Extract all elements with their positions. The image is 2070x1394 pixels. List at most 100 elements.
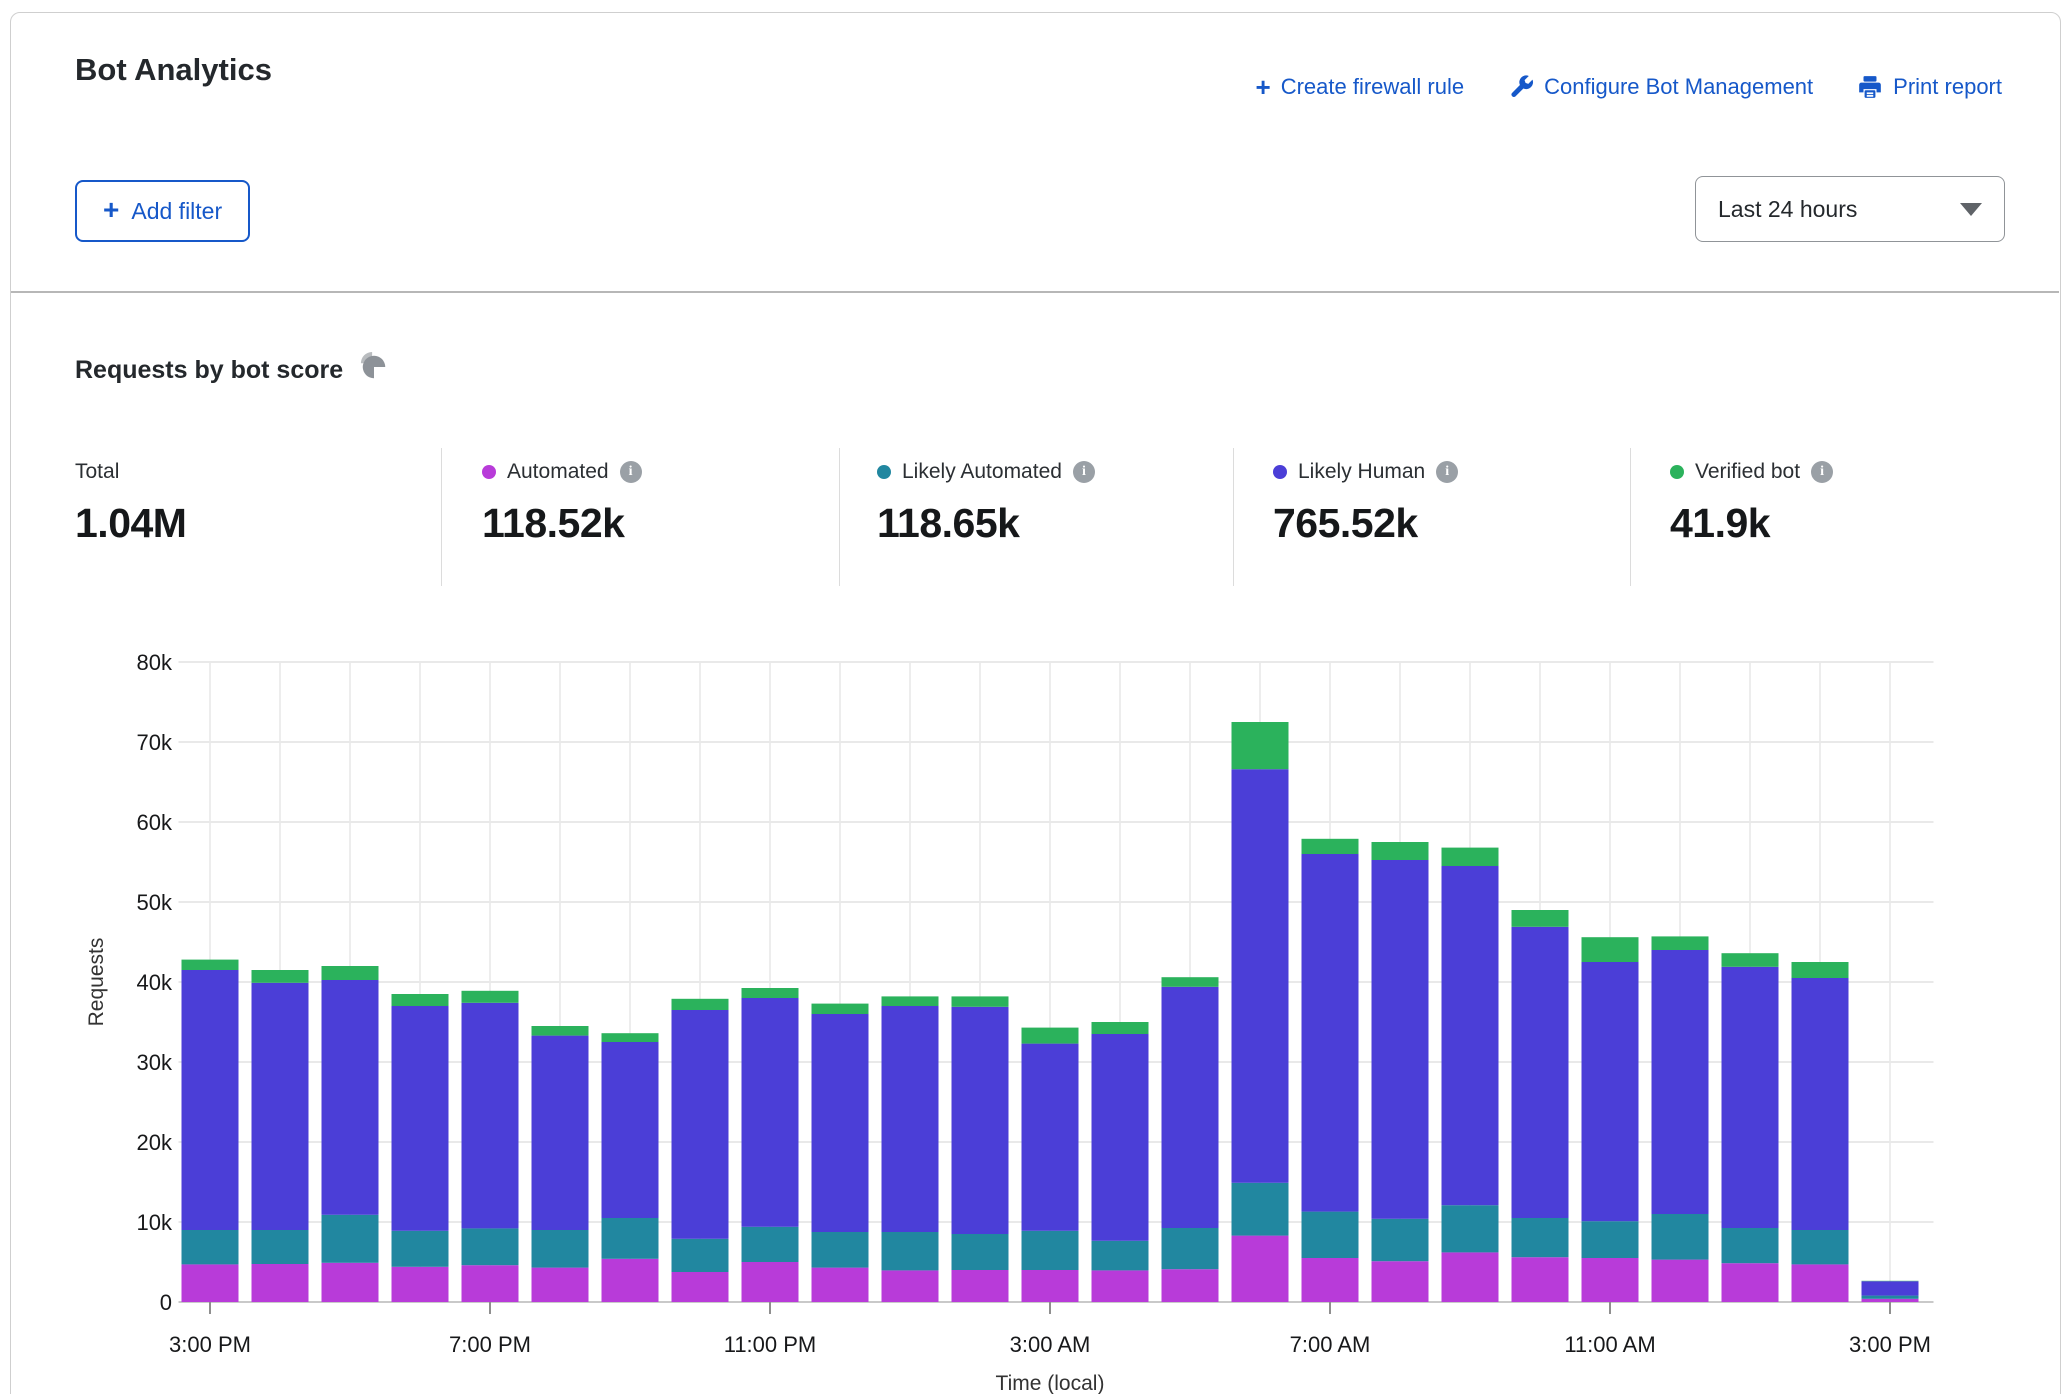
bar-segment-automated[interactable]: [1372, 1261, 1429, 1302]
bar-segment-verified-bot[interactable]: [1022, 1028, 1079, 1044]
bar-segment-verified-bot[interactable]: [952, 996, 1009, 1006]
bar-segment-likely-automated[interactable]: [532, 1230, 589, 1268]
bar-segment-likely-automated[interactable]: [322, 1215, 379, 1263]
bar-segment-verified-bot[interactable]: [1302, 839, 1359, 854]
bar-segment-automated[interactable]: [672, 1272, 729, 1302]
bar-segment-automated[interactable]: [1792, 1264, 1849, 1302]
bar-segment-automated[interactable]: [252, 1264, 309, 1302]
bar-segment-likely-automated[interactable]: [1022, 1231, 1079, 1270]
bar-segment-automated[interactable]: [1512, 1257, 1569, 1302]
bar-segment-likely-human[interactable]: [1792, 978, 1849, 1230]
bar-segment-likely-human[interactable]: [742, 998, 799, 1227]
bar-segment-likely-automated[interactable]: [602, 1218, 659, 1259]
bar-segment-automated[interactable]: [462, 1265, 519, 1302]
bar-segment-likely-human[interactable]: [462, 1003, 519, 1229]
bar-segment-likely-human[interactable]: [1582, 962, 1639, 1221]
bar-segment-likely-automated[interactable]: [1442, 1205, 1499, 1252]
bar-segment-likely-human[interactable]: [602, 1042, 659, 1218]
bar-segment-verified-bot[interactable]: [1162, 977, 1219, 987]
bar-segment-likely-automated[interactable]: [742, 1227, 799, 1262]
bar-segment-verified-bot[interactable]: [1092, 1022, 1149, 1034]
bar-segment-automated[interactable]: [182, 1264, 239, 1302]
bar-segment-likely-human[interactable]: [322, 980, 379, 1215]
bar-segment-likely-human[interactable]: [1652, 950, 1709, 1214]
bar-segment-verified-bot[interactable]: [1232, 722, 1289, 769]
bar-segment-automated[interactable]: [392, 1267, 449, 1302]
bar-segment-likely-automated[interactable]: [1092, 1241, 1149, 1271]
bar-segment-likely-human[interactable]: [1302, 854, 1359, 1212]
bar-segment-likely-automated[interactable]: [1302, 1212, 1359, 1258]
bar-segment-likely-human[interactable]: [1022, 1044, 1079, 1231]
bar-segment-automated[interactable]: [1442, 1252, 1499, 1302]
bar-segment-automated[interactable]: [532, 1268, 589, 1302]
bar-segment-verified-bot[interactable]: [392, 994, 449, 1006]
bar-segment-verified-bot[interactable]: [252, 970, 309, 983]
bar-segment-likely-human[interactable]: [532, 1036, 589, 1230]
bar-segment-likely-human[interactable]: [182, 970, 239, 1230]
bar-segment-likely-human[interactable]: [672, 1010, 729, 1239]
bar-segment-likely-automated[interactable]: [1722, 1228, 1779, 1263]
bar-segment-verified-bot[interactable]: [1792, 962, 1849, 978]
bar-segment-verified-bot[interactable]: [1722, 953, 1779, 967]
bar-segment-verified-bot[interactable]: [462, 991, 519, 1003]
bar-segment-verified-bot[interactable]: [1442, 848, 1499, 866]
bar-segment-automated[interactable]: [1022, 1270, 1079, 1302]
bar-segment-automated[interactable]: [602, 1259, 659, 1302]
bar-segment-verified-bot[interactable]: [1652, 936, 1709, 950]
bar-segment-likely-automated[interactable]: [1792, 1230, 1849, 1264]
bar-segment-likely-human[interactable]: [812, 1014, 869, 1232]
bar-segment-verified-bot[interactable]: [532, 1026, 589, 1036]
bar-segment-automated[interactable]: [1722, 1263, 1779, 1302]
bar-segment-likely-human[interactable]: [252, 983, 309, 1230]
requests-by-bot-score-chart[interactable]: 010k20k30k40k50k60k70k80k3:00 PM7:00 PM1…: [0, 0, 2070, 1394]
bar-segment-verified-bot[interactable]: [602, 1033, 659, 1042]
bar-segment-likely-human[interactable]: [882, 1006, 939, 1232]
bar-segment-likely-automated[interactable]: [1512, 1218, 1569, 1257]
bar-segment-likely-human[interactable]: [1442, 866, 1499, 1205]
bar-segment-likely-human[interactable]: [1372, 860, 1429, 1219]
bar-segment-verified-bot[interactable]: [812, 1004, 869, 1014]
bar-segment-automated[interactable]: [1582, 1258, 1639, 1302]
bar-segment-likely-human[interactable]: [1092, 1034, 1149, 1241]
bar-segment-likely-automated[interactable]: [1862, 1296, 1919, 1299]
bar-segment-likely-automated[interactable]: [182, 1230, 239, 1264]
bar-segment-likely-automated[interactable]: [1162, 1228, 1219, 1269]
bar-segment-automated[interactable]: [742, 1262, 799, 1302]
bar-segment-likely-human[interactable]: [1232, 769, 1289, 1183]
bar-segment-likely-human[interactable]: [1862, 1281, 1919, 1295]
bar-segment-likely-automated[interactable]: [952, 1234, 1009, 1270]
bar-segment-likely-automated[interactable]: [1582, 1221, 1639, 1258]
bar-segment-likely-human[interactable]: [1162, 987, 1219, 1228]
bar-segment-likely-automated[interactable]: [1372, 1219, 1429, 1261]
bar-segment-likely-human[interactable]: [952, 1007, 1009, 1234]
bar-segment-automated[interactable]: [322, 1263, 379, 1302]
bar-segment-automated[interactable]: [1162, 1269, 1219, 1302]
bar-segment-automated[interactable]: [1302, 1258, 1359, 1302]
bar-segment-automated[interactable]: [1092, 1270, 1149, 1302]
bar-segment-verified-bot[interactable]: [182, 960, 239, 970]
bar-segment-verified-bot[interactable]: [1372, 842, 1429, 860]
bar-segment-automated[interactable]: [1232, 1236, 1289, 1302]
bar-segment-likely-human[interactable]: [392, 1006, 449, 1231]
bar-segment-likely-automated[interactable]: [1652, 1214, 1709, 1260]
bar-segment-likely-human[interactable]: [1512, 927, 1569, 1218]
bar-segment-likely-human[interactable]: [1722, 967, 1779, 1228]
bar-segment-likely-automated[interactable]: [812, 1232, 869, 1268]
bar-segment-automated[interactable]: [1652, 1260, 1709, 1302]
bar-segment-automated[interactable]: [952, 1270, 1009, 1302]
bar-segment-likely-automated[interactable]: [882, 1232, 939, 1270]
bar-segment-verified-bot[interactable]: [742, 988, 799, 998]
bar-segment-verified-bot[interactable]: [1512, 910, 1569, 927]
bar-segment-verified-bot[interactable]: [322, 966, 379, 980]
bar-segment-likely-automated[interactable]: [392, 1231, 449, 1267]
bar-segment-verified-bot[interactable]: [882, 996, 939, 1006]
bar-segment-automated[interactable]: [882, 1270, 939, 1302]
bar-segment-verified-bot[interactable]: [672, 999, 729, 1010]
bar-segment-automated[interactable]: [1862, 1299, 1919, 1302]
bar-segment-likely-automated[interactable]: [672, 1239, 729, 1272]
bar-segment-likely-automated[interactable]: [1232, 1183, 1289, 1236]
bar-segment-likely-automated[interactable]: [252, 1230, 309, 1264]
bar-segment-automated[interactable]: [812, 1268, 869, 1302]
bar-segment-verified-bot[interactable]: [1582, 937, 1639, 962]
bar-segment-likely-automated[interactable]: [462, 1228, 519, 1265]
